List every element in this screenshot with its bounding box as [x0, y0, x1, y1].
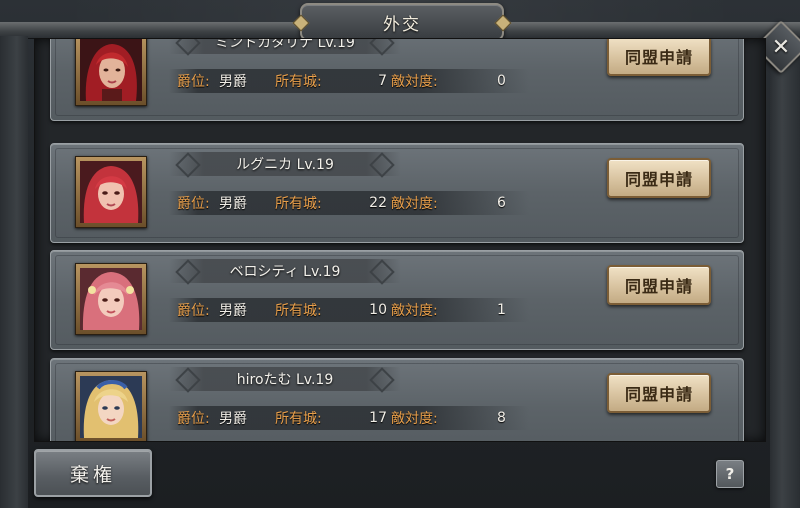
player-avatar: [80, 39, 142, 101]
rank-value: 男爵: [219, 411, 247, 427]
hostility-label: 敵対度:: [391, 303, 438, 319]
player-avatar: [80, 268, 142, 330]
player-list[interactable]: ミントカタリナ Lv.19 爵位: 男爵 所有城: 7 敵対度: 0 同盟申請: [34, 38, 766, 442]
hostility-label: 敵対度:: [391, 196, 438, 212]
abdicate-button[interactable]: 棄権: [34, 449, 152, 497]
title-plate: 外交: [300, 3, 504, 41]
window-title: 外交: [383, 14, 421, 35]
rank-value: 男爵: [219, 74, 247, 90]
player-avatar: [80, 161, 142, 223]
hostility-value: 1: [497, 302, 506, 318]
close-icon[interactable]: ✕: [764, 30, 798, 64]
castles-label: 所有城:: [275, 196, 322, 212]
hostility-label: 敵対度:: [391, 411, 438, 427]
alliance-request-button[interactable]: 同盟申請: [607, 39, 711, 76]
hostility-value: 8: [497, 410, 506, 426]
rank-label: 爵位:: [177, 74, 210, 90]
portrait-frame: [75, 39, 147, 106]
hostility-value: 6: [497, 195, 506, 211]
portrait-frame: [75, 263, 147, 335]
castles-label: 所有城:: [275, 411, 322, 427]
portrait-frame: [75, 156, 147, 228]
help-icon[interactable]: ?: [716, 460, 744, 488]
player-avatar: [80, 376, 142, 438]
rank-label: 爵位:: [177, 303, 210, 319]
window-left-rim: [0, 36, 28, 508]
player-name: hiroたむ Lv.19: [236, 372, 334, 388]
alliance-request-button[interactable]: 同盟申請: [607, 158, 711, 198]
castles-label: 所有城:: [275, 303, 322, 319]
castles-value: 7: [378, 73, 387, 89]
hostility-value: 0: [497, 73, 506, 89]
rank-value: 男爵: [219, 303, 247, 319]
player-card: hiroたむ Lv.19 爵位: 男爵 所有城: 17 敵対度: 8 同盟申請: [50, 358, 744, 441]
rank-label: 爵位:: [177, 411, 210, 427]
rank-label: 爵位:: [177, 196, 210, 212]
player-name: ミントカタリナ Lv.19: [215, 38, 355, 51]
portrait-frame: [75, 371, 147, 441]
alliance-request-button[interactable]: 同盟申請: [607, 265, 711, 305]
player-card: ミントカタリナ Lv.19 爵位: 男爵 所有城: 7 敵対度: 0 同盟申請: [50, 38, 744, 121]
window-right-rim: [770, 36, 800, 508]
alliance-request-button[interactable]: 同盟申請: [607, 373, 711, 413]
castles-value: 22: [369, 195, 387, 211]
player-card: ベロシティ Lv.19 爵位: 男爵 所有城: 10 敵対度: 1 同盟申請: [50, 250, 744, 350]
player-name: ルグニカ Lv.19: [236, 157, 334, 173]
castles-label: 所有城:: [275, 74, 322, 90]
player-card: ルグニカ Lv.19 爵位: 男爵 所有城: 22 敵対度: 6 同盟申請: [50, 143, 744, 243]
rank-value: 男爵: [219, 196, 247, 212]
player-name: ベロシティ Lv.19: [229, 264, 341, 280]
castles-value: 17: [369, 410, 387, 426]
hostility-label: 敵対度:: [391, 74, 438, 90]
castles-value: 10: [369, 302, 387, 318]
